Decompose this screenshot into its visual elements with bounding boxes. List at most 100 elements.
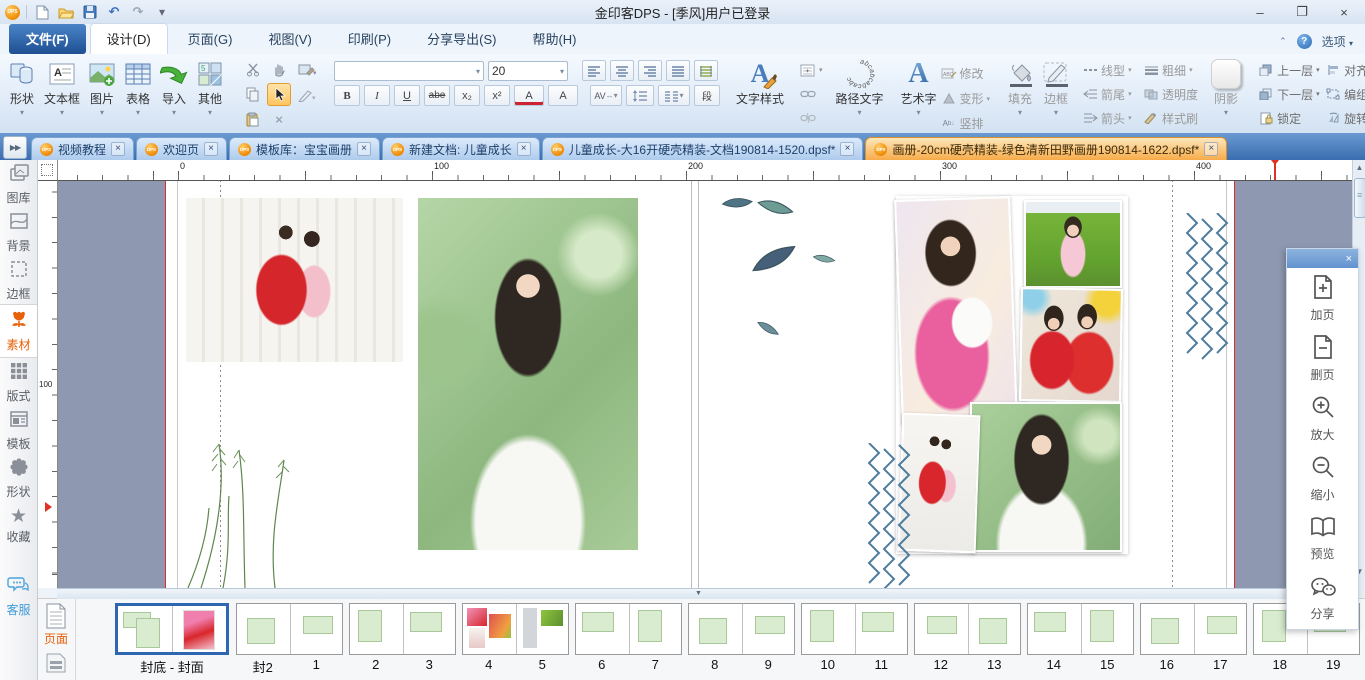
thumbnail-spread[interactable] [801, 603, 908, 655]
hand-pan-icon[interactable] [268, 59, 290, 80]
doc-tab[interactable]: DPS模板库：宝宝画册× [229, 137, 380, 160]
line-spacing-button[interactable] [626, 85, 654, 106]
doc-tab[interactable]: DPS视频教程× [31, 137, 134, 160]
thumbnail-spread[interactable] [115, 603, 229, 655]
text-wrap-button[interactable]: ✦▾ [800, 58, 823, 82]
subscript-button[interactable]: x₂ [454, 85, 480, 106]
menu-tab-视图(V)[interactable]: 视图(V) [252, 24, 327, 54]
photo-two-girls-red-dress[interactable] [186, 198, 403, 362]
delete-x-icon[interactable]: × [268, 109, 290, 130]
font-size-select[interactable]: 20▾ [488, 61, 568, 81]
sidebar-item-模板[interactable]: 模板 [0, 406, 37, 454]
shadow-button[interactable]: 阴影 ▾ [1206, 57, 1246, 117]
thumbnail-spread[interactable] [1027, 603, 1134, 655]
expand-panel-icon[interactable]: ▶▶ [3, 136, 27, 159]
undo-icon[interactable]: ↶ [105, 4, 123, 20]
list-view-button[interactable] [45, 649, 67, 673]
menu-tab-帮助(H)[interactable]: 帮助(H) [516, 24, 592, 54]
link-icon[interactable] [800, 82, 816, 106]
insert-image-button[interactable]: 图片 ▾ [84, 57, 120, 117]
photo-girl-pink-shirt[interactable] [894, 196, 1018, 424]
align-left-button[interactable] [582, 60, 606, 81]
unlink-icon[interactable] [800, 106, 816, 130]
superscript-button[interactable]: x² [484, 85, 510, 106]
group-objects-button[interactable]: 编组▾ [1325, 86, 1365, 103]
photo-girls-red-costume[interactable] [1019, 287, 1123, 403]
insert-textbox-button[interactable]: A 文本框 ▾ [40, 57, 84, 117]
thumbnail-spread[interactable] [462, 603, 569, 655]
menu-tab-页面(G)[interactable]: 页面(G) [172, 24, 249, 54]
float-item-加页[interactable]: 加页 [1287, 268, 1358, 328]
wordart-vertical-button[interactable]: Ab↓ 竖排 [941, 111, 991, 134]
paste-icon[interactable] [242, 109, 264, 130]
doc-tab[interactable]: DPS新建文档: 儿童成长× [382, 137, 540, 160]
design-canvas[interactable] [57, 180, 1352, 588]
rotate-button[interactable]: 旋转▾ [1325, 110, 1365, 127]
import-button[interactable]: 导入 ▾ [156, 57, 192, 117]
thumbnail-spread[interactable] [914, 603, 1021, 655]
lock-button[interactable]: 锁定 [1258, 110, 1322, 127]
tab-close-icon[interactable]: × [204, 142, 218, 156]
kerning-button[interactable]: AV↔▾ [590, 85, 622, 106]
cut-scissors-icon[interactable] [242, 59, 264, 80]
horizontal-scrollbar[interactable]: ▼ [57, 588, 1352, 599]
scroll-up-icon[interactable]: ▲ [1353, 160, 1365, 174]
tab-close-icon[interactable]: × [357, 142, 371, 156]
align-center-button[interactable] [610, 60, 634, 81]
float-item-删页[interactable]: 删页 [1287, 328, 1358, 388]
watercolor-leaves-decoration[interactable] [722, 180, 872, 360]
pages-tab-button[interactable]: 页面 [44, 599, 68, 647]
columns-button[interactable]: ▾ [658, 85, 690, 106]
sidebar-item-客服[interactable]: 客服 [0, 572, 37, 620]
close-button[interactable]: × [1323, 1, 1365, 23]
fill-button[interactable]: 填充 ▾ [1002, 57, 1038, 117]
maximize-button[interactable]: ❐ [1281, 1, 1323, 23]
wordart-transform-button[interactable]: 变形▾ [941, 86, 991, 111]
menu-tab-印刷(P)[interactable]: 印刷(P) [332, 24, 407, 54]
zigzag-decoration-bottom-left[interactable] [865, 443, 913, 588]
float-panel-close-icon[interactable]: × [1346, 253, 1352, 265]
align-objects-button[interactable]: 对齐▾ [1325, 62, 1365, 79]
float-item-放大[interactable]: 放大 [1287, 388, 1358, 448]
tab-close-icon[interactable]: × [517, 142, 531, 156]
copy-icon[interactable] [242, 84, 264, 105]
bold-button[interactable]: B [334, 85, 360, 106]
thumbnail-spread[interactable] [236, 603, 343, 655]
photo-girl-green-board[interactable] [1024, 200, 1122, 288]
bring-forward-button[interactable]: 上一层▾ [1258, 62, 1322, 79]
menu-tab-设计(D)[interactable]: 设计(D) [90, 23, 168, 54]
zigzag-decoration-right[interactable] [1183, 213, 1231, 363]
insert-shape-button[interactable]: 形状 ▾ [4, 57, 40, 117]
float-item-预览[interactable]: 预览 [1287, 509, 1358, 569]
photo-girl-portrait-white-outfit[interactable] [418, 198, 638, 550]
help-icon[interactable]: ? [1297, 34, 1312, 49]
sidebar-item-边框[interactable]: 边框 [0, 256, 37, 304]
highlight-color-button[interactable]: A [548, 85, 578, 106]
new-document-icon[interactable] [33, 4, 51, 20]
wordart-button[interactable]: A 艺术字 ▾ [897, 57, 941, 117]
more-insert-button[interactable]: 5 其他 ▾ [192, 57, 228, 117]
tab-close-icon[interactable]: × [840, 142, 854, 156]
wordart-modify-button[interactable]: ABC 修改 [941, 61, 991, 86]
font-color-button[interactable]: A [514, 85, 544, 106]
text-style-button[interactable]: A 文字样式 [732, 57, 788, 107]
float-panel-header[interactable]: × [1287, 249, 1358, 268]
redo-icon[interactable]: ↷ [129, 4, 147, 20]
align-justify-button[interactable] [666, 60, 690, 81]
tab-close-icon[interactable]: × [111, 142, 125, 156]
thumbnail-spread[interactable] [688, 603, 795, 655]
sidebar-item-素材[interactable]: 素材 [0, 304, 37, 358]
path-text-button[interactable]: abcabcabcabc 路径文字 ▾ [831, 57, 889, 117]
line-style-button[interactable]: 线型▾ [1082, 62, 1140, 79]
menu-tab-文件(F)[interactable]: 文件(F) [9, 24, 86, 54]
transparency-button[interactable]: 透明度 [1143, 86, 1198, 103]
float-item-缩小[interactable]: 缩小 [1287, 449, 1358, 509]
thumbnail-spread[interactable] [575, 603, 682, 655]
align-distribute-button[interactable] [694, 60, 718, 81]
tab-close-icon[interactable]: × [1204, 142, 1218, 156]
minimize-button[interactable]: – [1239, 1, 1281, 23]
font-family-select[interactable]: ▾ [334, 61, 484, 81]
align-right-button[interactable] [638, 60, 662, 81]
italic-button[interactable]: I [364, 85, 390, 106]
arrow-head-button[interactable]: 箭头▾ [1082, 110, 1140, 127]
